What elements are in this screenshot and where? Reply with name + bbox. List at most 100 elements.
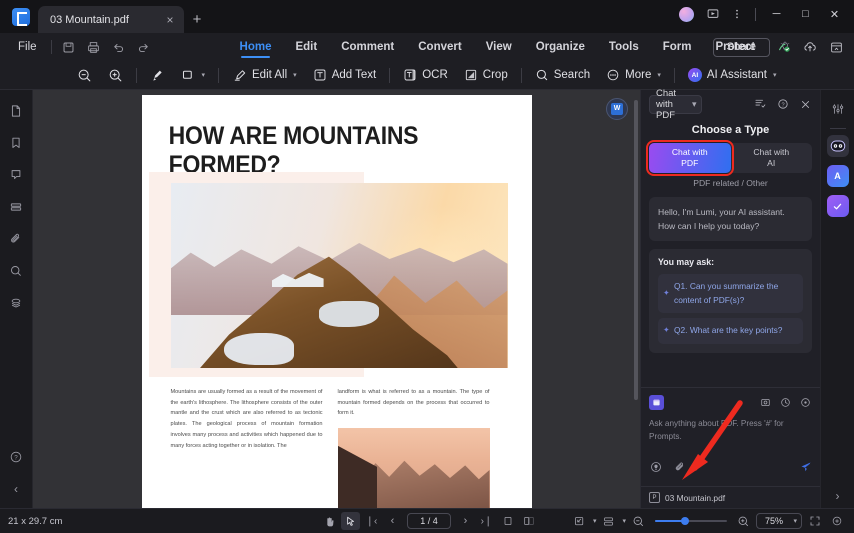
ocr-button[interactable]: OCR xyxy=(395,64,456,86)
settings-icon[interactable] xyxy=(799,396,812,409)
vertical-scrollbar[interactable] xyxy=(634,100,638,400)
facing-page-view-icon[interactable] xyxy=(519,512,538,530)
word-badge-icon: W xyxy=(611,103,623,115)
collapse-ribbon-icon[interactable] xyxy=(824,36,848,58)
comment-icon[interactable] xyxy=(3,162,29,188)
checkmark-icon[interactable] xyxy=(826,195,849,217)
search-button[interactable]: Search xyxy=(527,64,598,86)
scroll-mode-icon[interactable] xyxy=(599,512,618,530)
pdf-source-icon[interactable] xyxy=(649,394,664,410)
collapse-sidebar-icon[interactable]: ‹ xyxy=(3,476,29,502)
tab-comment[interactable]: Comment xyxy=(329,33,406,61)
close-icon[interactable]: × xyxy=(162,12,178,28)
page-layout-icon[interactable] xyxy=(570,512,589,530)
window-controls: ─ □ ✕ xyxy=(679,0,854,28)
zoom-level-dropdown[interactable]: 75% ▾ xyxy=(756,513,802,529)
avatar[interactable] xyxy=(679,6,694,22)
zoom-level-label: 75% xyxy=(765,516,784,526)
tab-form[interactable]: Form xyxy=(651,33,704,61)
chat-with-pdf-option[interactable]: Chat with PDF xyxy=(646,140,734,176)
zoom-slider[interactable] xyxy=(655,514,727,528)
chat-with-ai-option[interactable]: Chat with AI xyxy=(731,143,813,173)
chat-with-pdf-line1: Chat with xyxy=(671,147,708,158)
last-page-button[interactable]: ›❘ xyxy=(477,512,496,530)
send-message-button[interactable] xyxy=(800,461,812,473)
zoom-out-button[interactable] xyxy=(629,512,648,530)
prompt-ideas-icon[interactable] xyxy=(649,460,663,474)
rotate-icon[interactable] xyxy=(827,512,846,530)
assistant-greeting-message: Hello, I'm Lumi, your AI assistant. How … xyxy=(649,197,812,242)
attachment-icon[interactable] xyxy=(3,226,29,252)
select-tool-icon[interactable] xyxy=(341,512,360,530)
document-tab[interactable]: 03 Mountain.pdf × xyxy=(38,6,184,33)
settings-sliders-icon[interactable] xyxy=(826,97,850,121)
more-options-icon[interactable] xyxy=(726,3,748,25)
suggestion-item[interactable]: ✦ Q1. Can you summarize the content of P… xyxy=(658,274,803,314)
attachment-icon[interactable] xyxy=(673,460,687,474)
stamp-icon[interactable] xyxy=(3,290,29,316)
document-viewer[interactable]: HOW ARE MOUNTAINS FORMED? Mountains are … xyxy=(33,90,640,508)
help-icon[interactable]: ? xyxy=(3,444,29,470)
new-tab-button[interactable]: + xyxy=(184,6,210,33)
add-text-button[interactable]: Add Text xyxy=(305,64,385,86)
tab-home[interactable]: Home xyxy=(228,33,284,61)
shape-tool-button[interactable]: ▾ xyxy=(173,64,213,86)
tab-organize[interactable]: Organize xyxy=(524,33,597,61)
hand-tool-icon[interactable] xyxy=(320,512,339,530)
attached-file-row[interactable]: P 03 Mountain.pdf xyxy=(641,486,820,508)
new-chat-icon[interactable] xyxy=(750,95,769,114)
fit-screen-icon[interactable] xyxy=(805,512,824,530)
page-indicator[interactable]: 1 / 4 xyxy=(407,513,451,529)
previous-page-button[interactable]: ‹ xyxy=(383,512,402,530)
tab-tools[interactable]: Tools xyxy=(597,33,651,61)
window-close-button[interactable]: ✕ xyxy=(821,2,848,26)
feedback-icon[interactable] xyxy=(702,3,724,25)
tab-convert[interactable]: Convert xyxy=(406,33,473,61)
zoom-out-button[interactable] xyxy=(69,64,100,86)
tab-edit[interactable]: Edit xyxy=(283,33,329,61)
search-label: Search xyxy=(553,69,591,81)
file-menu[interactable]: File xyxy=(8,41,47,53)
layers-list-icon[interactable] xyxy=(3,194,29,220)
bookmark-icon[interactable] xyxy=(3,130,29,156)
crop-button[interactable]: Crop xyxy=(456,64,516,86)
chevron-down-icon[interactable]: ▾ xyxy=(593,517,597,525)
page-dimensions-label: 21 x 29.7 cm xyxy=(8,515,63,527)
ai-assistant-button[interactable]: AI AI Assistant ▾ xyxy=(680,64,785,86)
undo-icon[interactable] xyxy=(106,36,131,58)
highlight-button[interactable] xyxy=(142,64,173,86)
chat-mode-dropdown[interactable]: Chat with PDF ▾ xyxy=(649,88,702,121)
page-thumbnails-icon[interactable] xyxy=(3,98,29,124)
zoom-in-button[interactable] xyxy=(100,64,131,86)
search-icon[interactable] xyxy=(3,258,29,284)
ai-chat-panel: Chat with PDF ▾ ? Choose a Type Chat wit… xyxy=(640,88,820,508)
help-icon[interactable]: ? xyxy=(773,95,792,114)
maximize-button[interactable]: □ xyxy=(792,2,819,26)
edit-all-button[interactable]: Edit All ▾ xyxy=(224,64,305,86)
save-icon[interactable] xyxy=(56,36,81,58)
share-button[interactable]: Share xyxy=(712,37,770,57)
chat-input-field[interactable]: Ask anything about PDF. Press '#' for Pr… xyxy=(649,418,812,443)
chevron-down-icon[interactable]: ▾ xyxy=(622,517,626,525)
close-icon[interactable] xyxy=(796,95,815,114)
first-page-button[interactable]: ❘‹ xyxy=(362,512,381,530)
single-page-view-icon[interactable] xyxy=(498,512,517,530)
expand-sidebar-icon[interactable]: › xyxy=(826,484,850,508)
pdf-page: HOW ARE MOUNTAINS FORMED? Mountains are … xyxy=(141,95,532,508)
screenshot-icon[interactable] xyxy=(759,396,772,409)
cloud-upload-icon[interactable] xyxy=(798,36,822,58)
minimize-button[interactable]: ─ xyxy=(763,2,790,26)
next-page-button[interactable]: › xyxy=(456,512,475,530)
convert-to-word-button[interactable]: W xyxy=(606,98,628,120)
zoom-in-button[interactable] xyxy=(734,512,753,530)
suggestion-item[interactable]: ✦ Q2. What are the key points? xyxy=(658,318,803,344)
print-icon[interactable] xyxy=(81,36,106,58)
ai-robot-icon[interactable] xyxy=(826,135,849,157)
translate-icon[interactable]: A xyxy=(826,165,849,187)
redo-icon[interactable] xyxy=(131,36,156,58)
chat-input-toolbar xyxy=(649,393,812,411)
history-icon[interactable] xyxy=(779,396,792,409)
tab-view[interactable]: View xyxy=(474,33,524,61)
esign-icon[interactable] xyxy=(772,36,796,58)
more-button[interactable]: More ▾ xyxy=(598,64,669,86)
